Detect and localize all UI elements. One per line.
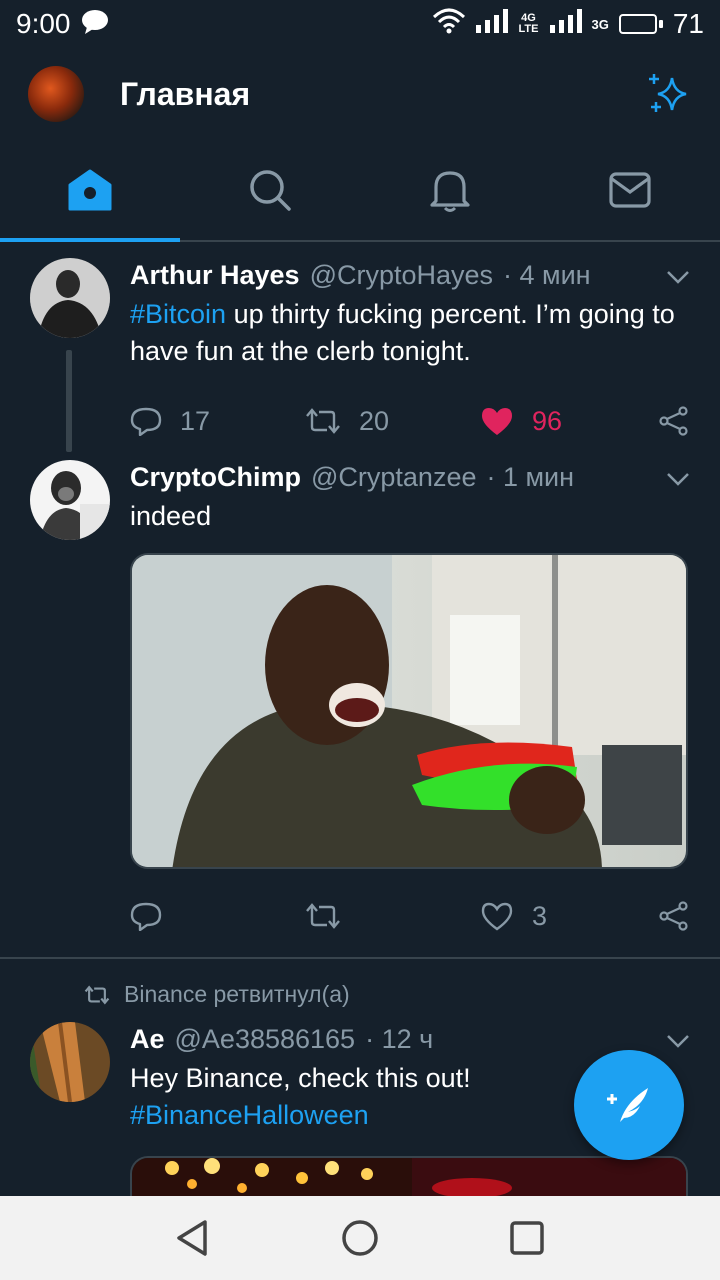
retweet-button[interactable]: 20: [305, 406, 480, 437]
author-name[interactable]: Ae: [130, 1022, 165, 1056]
tweet-text: #Bitcoin up thirty fucking percent. I’m …: [130, 296, 690, 370]
tweet-avatar[interactable]: [30, 460, 110, 540]
back-icon[interactable]: [175, 1219, 211, 1257]
chevron-down-icon[interactable]: [666, 258, 690, 292]
status-time: 9:00: [16, 8, 71, 39]
tweet-time: · 4 мин: [503, 260, 591, 290]
message-notification-icon: [81, 9, 109, 40]
bell-icon: [430, 171, 470, 212]
system-nav-bar: [0, 1196, 720, 1280]
share-icon: [659, 901, 688, 931]
like-count: 3: [532, 900, 548, 931]
compose-tweet-button[interactable]: [574, 1050, 684, 1160]
tweet-actions: 3: [130, 881, 690, 951]
heart-icon: [481, 902, 513, 931]
chevron-down-icon[interactable]: [666, 460, 690, 494]
tweet-time: · 12 ч: [365, 1024, 434, 1054]
reply-button[interactable]: 17: [130, 406, 305, 437]
recents-icon[interactable]: [509, 1220, 545, 1256]
tweet[interactable]: CryptoChimp @Cryptanzee · 1 мин indeed 3: [0, 456, 720, 951]
battery-percent: 71: [672, 8, 704, 39]
author-name[interactable]: CryptoChimp: [130, 460, 301, 494]
reply-count: 17: [180, 405, 211, 436]
retweet-icon: [306, 903, 340, 929]
retweet-context[interactable]: Binance ретвитнул(а): [0, 959, 720, 1008]
signal-icon: [475, 8, 508, 40]
reply-icon: [130, 407, 162, 436]
network-type-lte: 4G LTE: [518, 12, 539, 35]
status-bar: 9:00 4G LTE 3G 71: [0, 0, 720, 48]
reply-icon: [130, 902, 162, 931]
author-handle: @CryptoHayes: [309, 260, 494, 290]
profile-avatar[interactable]: [28, 66, 84, 122]
tweet[interactable]: Arthur Hayes @CryptoHayes · 4 мин #Bitco…: [0, 242, 720, 456]
tweet-media-image[interactable]: [130, 1156, 688, 1196]
like-button[interactable]: 96: [480, 406, 655, 437]
author-handle: @Ae38586165: [174, 1024, 356, 1054]
hashtag-link[interactable]: #Bitcoin: [130, 299, 226, 329]
home-nav-icon[interactable]: [340, 1218, 380, 1258]
tab-search[interactable]: [180, 140, 360, 240]
like-button[interactable]: 3: [480, 901, 655, 932]
tab-bar: [0, 140, 720, 242]
retweet-icon: [306, 408, 340, 434]
page-title: Главная: [120, 75, 251, 112]
tweet-avatar[interactable]: [30, 258, 110, 338]
share-button[interactable]: [658, 901, 690, 931]
tab-home[interactable]: [0, 140, 180, 242]
retweet-button[interactable]: [305, 902, 480, 930]
retweet-count: 20: [359, 405, 390, 436]
tweet-actions: 17 20 96: [130, 386, 690, 456]
wifi-icon: [432, 7, 466, 42]
thread-line: [66, 350, 72, 452]
sparkle-icon[interactable]: [644, 70, 692, 118]
tweet-time: · 1 мин: [486, 462, 575, 492]
author-name[interactable]: Arthur Hayes: [130, 258, 300, 292]
network-type-3g: 3G: [591, 16, 609, 32]
tweet-media-image[interactable]: [130, 553, 688, 869]
heart-filled-icon: [482, 408, 512, 435]
chevron-down-icon[interactable]: [666, 1022, 690, 1056]
tab-notifications[interactable]: [360, 140, 540, 240]
search-icon: [250, 170, 291, 211]
signal-icon-2: [549, 8, 582, 40]
compose-feather-icon: [607, 1088, 648, 1122]
tab-messages[interactable]: [540, 140, 720, 240]
tweet-avatar[interactable]: [30, 1022, 110, 1102]
mail-icon: [609, 172, 651, 208]
reply-button[interactable]: [130, 901, 305, 931]
retweet-icon: [84, 984, 110, 1005]
retweeted-by-label: Binance ретвитнул(а): [124, 981, 350, 1007]
top-app-bar: Главная: [0, 48, 720, 140]
battery-icon: [618, 14, 663, 34]
share-icon: [659, 406, 688, 436]
like-count: 96: [532, 405, 563, 436]
home-icon: [68, 169, 112, 211]
share-button[interactable]: [658, 406, 690, 436]
author-handle: @Cryptanzee: [311, 462, 477, 492]
tweet-text: indeed: [130, 501, 212, 531]
